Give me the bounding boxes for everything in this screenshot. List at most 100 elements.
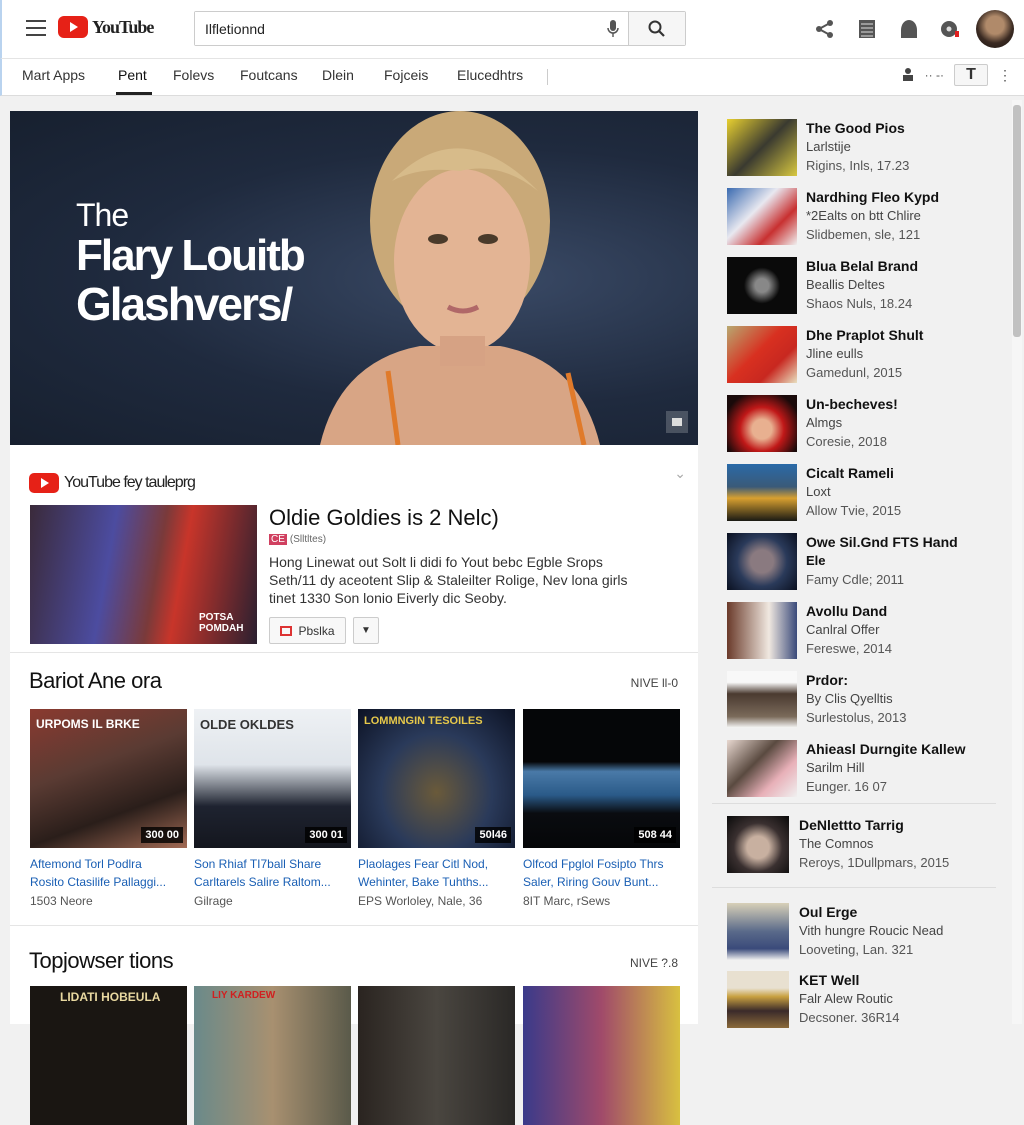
video-title-line2: Saler, Riring Gouv Bunt...: [523, 875, 659, 889]
shelf-more-link[interactable]: NIVE ll-0: [631, 676, 678, 690]
logo-text: YouTube: [92, 16, 154, 37]
sidebar-item-title: Avollu Dand: [806, 603, 888, 619]
people-icon[interactable]: [901, 67, 915, 84]
tab-1[interactable]: Pent: [118, 67, 147, 83]
video-card[interactable]: OLDE OKLDES 300 01 Son Rhiaf TI7ball Sha…: [194, 709, 351, 908]
shelf-more-link[interactable]: NIVE ?.8: [630, 956, 678, 970]
sidebar-item-meta: Slidbemen, sle, 121: [806, 227, 921, 242]
sidebar-item-title: The Good Pios: [806, 120, 905, 136]
thumb-text: OLDE OKLDES: [200, 717, 294, 732]
sidebar-item[interactable]: Nardhing Fleo Kypd *2Ealts on btt Chlire S…: [727, 188, 1007, 248]
video-card[interactable]: 508 44 Olfcod Fpglol Fosipto Thrs Saler,…: [523, 709, 680, 908]
sidebar-thumbnail: [727, 326, 797, 383]
video-card[interactable]: [523, 986, 680, 1125]
microphone-icon[interactable]: [598, 12, 628, 45]
thumb-text: URPOMS IL BRKE: [36, 717, 140, 731]
sidebar-item[interactable]: The Good Pios Larlstije Rigins, Inls, 17.2…: [727, 119, 1007, 179]
sidebar-thumbnail: [727, 971, 789, 1028]
sidebar-item[interactable]: Ahieasl Durngite Kallew Sarilm Hill Eunger…: [727, 740, 1007, 800]
sidebar-item-meta: Shaos Nuls, 18.24: [806, 296, 913, 311]
sidebar-item-meta: Fereswe, 2014: [806, 641, 892, 656]
sidebar-item[interactable]: Owe Sil.Gnd FTS Hand Ele Famy Cdle; 2011: [727, 533, 1007, 593]
video-card[interactable]: LOMMNGIN TESOILES 50l46 Plaolages Fear C…: [358, 709, 515, 908]
sidebar-item-channel: Beallis Deltes: [806, 277, 885, 292]
video-title-line2: Rosito Ctasilife Pallaggi...: [30, 875, 167, 889]
bell-icon[interactable]: [888, 9, 930, 49]
hero-title-line3: Glashvers/: [76, 278, 293, 330]
text-format-button[interactable]: T: [954, 64, 988, 86]
scrollbar[interactable]: [1012, 100, 1022, 1024]
list-icon[interactable]: [846, 9, 888, 49]
hero-title-line1: The: [76, 197, 129, 233]
main-content: The Flary Louitb Glashvers/ YouTube fey …: [10, 111, 698, 1125]
tab-2[interactable]: Folevs: [173, 67, 214, 83]
sidebar-item[interactable]: Prdor: By Clis Qyelltis Surlestolus, 2013: [727, 671, 1007, 731]
video-thumbnail: URPOMS IL BRKE 300 00: [30, 709, 187, 848]
sidebar-item[interactable]: Un-becheves! Almgs Coresie, 2018: [727, 395, 1007, 455]
expand-icon[interactable]: [666, 411, 688, 433]
sidebar-item-meta: Gamedunl, 2015: [806, 365, 903, 380]
sidebar-item-title: Cicalt Rameli: [806, 465, 894, 481]
sidebar-item-channel: Canlral Offer: [806, 622, 880, 637]
more-vert-icon[interactable]: ⋮: [998, 67, 1012, 84]
featured-button-label: Pbslka: [298, 623, 335, 638]
video-thumbnail: OLDE OKLDES 300 01: [194, 709, 351, 848]
sidebar-recommendations: The Good Pios Larlstije Rigins, Inls, 17.2…: [712, 111, 1008, 1028]
sidebar-item-title: Oul Erge: [799, 904, 858, 920]
duration-badge: 50l46: [475, 827, 511, 843]
hamburger-menu-icon[interactable]: [26, 20, 46, 36]
search-input[interactable]: [195, 12, 598, 45]
video-card[interactable]: LIDATI HOBEULA: [30, 986, 187, 1125]
video-card[interactable]: URPOMS IL BRKE 300 00 Aftemond Torl Podl…: [30, 709, 187, 908]
video-thumbnail: 508 44: [523, 709, 680, 848]
sidebar-item[interactable]: DeNlettto Tarrig The Comnos Reroys, 1Dullp…: [727, 816, 1007, 876]
tab-5[interactable]: Fojceis: [384, 67, 428, 83]
sidebar-item[interactable]: Avollu Dand Canlral Offer Fereswe, 2014: [727, 602, 1007, 662]
youtube-logo[interactable]: YouTube: [58, 16, 154, 38]
sidebar-divider: [712, 887, 996, 888]
tab-0[interactable]: Mart Apps: [22, 67, 85, 83]
hero-portrait: [320, 111, 600, 445]
video-meta: 8IT Marc, rSews: [523, 894, 611, 908]
sidebar-item-channel: The Comnos: [799, 836, 874, 851]
scrollbar-thumb[interactable]: [1013, 105, 1021, 337]
shelf-title: Bariot Ane ora: [29, 668, 162, 693]
video-thumbnail: [358, 986, 515, 1125]
sidebar-item-title: Prdor:: [806, 672, 848, 688]
sidebar-item[interactable]: Oul Erge Vith hungre Roucic Nead Looveting…: [727, 903, 1007, 963]
sidebar-item-title: Un-becheves!: [806, 396, 898, 412]
sidebar-thumbnail: [727, 119, 797, 176]
sidebar-divider: [712, 803, 996, 804]
featured-channel[interactable]: YouTube fey tauleprg: [29, 473, 196, 493]
sidebar-item[interactable]: Blua Belal Brand Beallis Deltes Shaos Nuls…: [727, 257, 1007, 317]
video-title-line1: Olfcod Fpglol Fosipto Thrs: [523, 857, 664, 871]
search-button[interactable]: [628, 12, 685, 45]
hero-banner[interactable]: The Flary Louitb Glashvers/: [10, 111, 698, 445]
sidebar-item[interactable]: Cicalt Rameli Loxt Allow Tvie, 2015: [727, 464, 1007, 524]
video-card[interactable]: LIY KARDEW: [194, 986, 351, 1125]
notification-icon[interactable]: [930, 9, 972, 49]
sidebar-item[interactable]: KET Well Falr Alew Routic Decsoner. 36R14: [727, 971, 1007, 1031]
sidebar-item-channel: *2Ealts on btt Chlire: [806, 208, 921, 223]
thumb-caption: POTSA POMDAH: [199, 612, 244, 634]
featured-title[interactable]: Oldie Goldies is 2 Nelc): [269, 505, 499, 531]
video-title-line1: Plaolages Fear Citl Nod,: [358, 857, 489, 871]
hero-title-line2: Flary Louitb: [76, 231, 306, 280]
tab-4[interactable]: Dlein: [322, 67, 354, 83]
sidebar-thumbnail: [727, 816, 789, 873]
avatar[interactable]: [976, 10, 1014, 48]
share-icon[interactable]: [804, 9, 846, 49]
tab-6[interactable]: Elucedhtrs: [457, 67, 523, 83]
featured-dropdown-button[interactable]: ▼: [353, 617, 379, 644]
featured-thumbnail[interactable]: POTSA POMDAH: [30, 505, 257, 644]
chevron-down-icon[interactable]: ⌄: [674, 465, 686, 482]
featured-action-button[interactable]: Pbslka: [269, 617, 346, 644]
sidebar-thumbnail: [727, 903, 789, 960]
sidebar-item-meta: Famy Cdle; 2011: [806, 572, 905, 587]
sidebar-item[interactable]: Dhe Praplot Shult Jline eulls Gamedunl, 20…: [727, 326, 1007, 386]
sidebar-item-channel: Almgs: [806, 415, 843, 430]
sidebar-thumbnail: [727, 464, 797, 521]
video-card[interactable]: [358, 986, 515, 1125]
sidebar-item-channel: Loxt: [806, 484, 831, 499]
tab-3[interactable]: Foutcans: [240, 67, 298, 83]
